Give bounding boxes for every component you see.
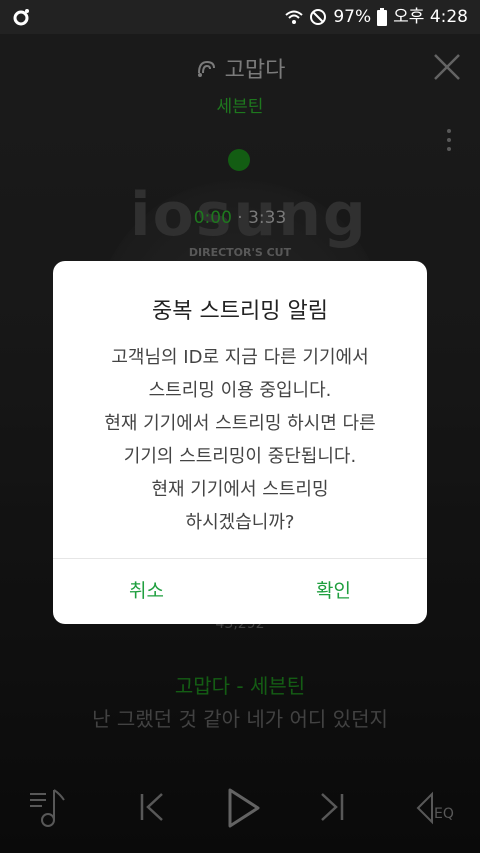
dialog-title: 중복 스트리밍 알림	[152, 299, 328, 324]
dialog-message: 고객님의 ID로 지금 다른 기기에서 스트리밍 이용 중입니다. 현재 기기에…	[53, 341, 427, 539]
dialog-message-line: 하시겠습니까?	[185, 512, 295, 533]
dialog-message-line: 고객님의 ID로 지금 다른 기기에서	[111, 347, 369, 368]
dialog-message-line: 현재 기기에서 스트리밍 하시면 다른	[104, 413, 376, 434]
dialog-message-line: 현재 기기에서 스트리밍	[151, 479, 329, 500]
duplicate-streaming-dialog: 중복 스트리밍 알림 고객님의 ID로 지금 다른 기기에서 스트리밍 이용 중…	[53, 261, 427, 624]
battery-icon	[377, 8, 388, 26]
cancel-button[interactable]: 취소	[53, 559, 240, 624]
player-screen: 97% 오후 4:28 고맙다 세븐틴 iosung 0:00 · 3:33 D…	[0, 0, 480, 853]
battery-percent: 97%	[333, 7, 372, 27]
do-not-disturb-icon	[310, 9, 327, 25]
dialog-message-line: 스트리밍 이용 중입니다.	[148, 380, 332, 401]
status-time: 오후 4:28	[393, 7, 468, 27]
wifi-icon	[285, 10, 304, 24]
confirm-button[interactable]: 확인	[240, 559, 427, 624]
app-icon	[13, 9, 29, 26]
status-bar: 97% 오후 4:28	[0, 0, 480, 34]
dialog-message-line: 기기의 스트리밍이 중단됩니다.	[123, 446, 357, 467]
